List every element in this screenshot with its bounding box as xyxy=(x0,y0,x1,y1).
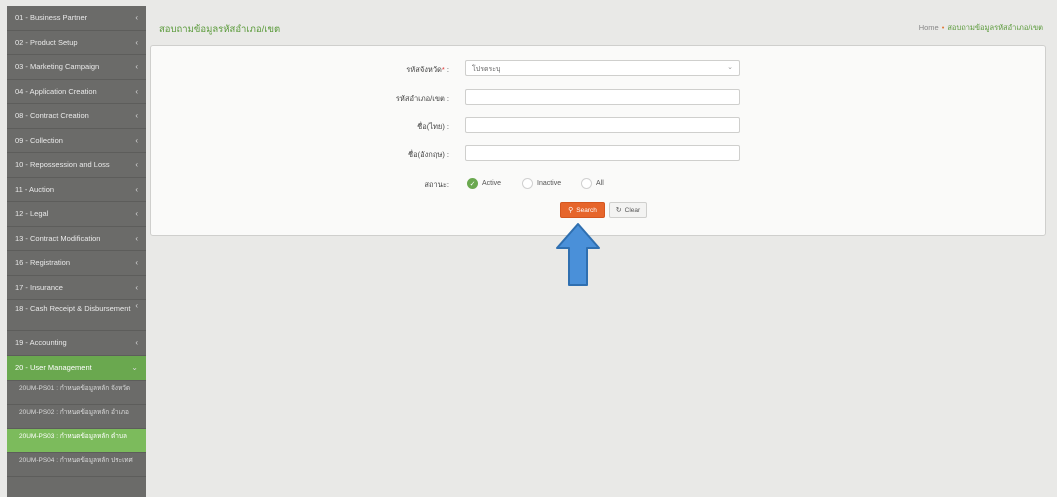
chevron-left-icon: ‹ xyxy=(135,160,138,169)
status-all-label: All xyxy=(596,179,604,187)
sidebar-item-label: 04 - Application Creation xyxy=(15,86,97,96)
sidebar-item-label: 19 - Accounting xyxy=(15,338,67,347)
status-label-text: สถานะ xyxy=(424,180,447,189)
breadcrumb-current: สอบถามข้อมูลรหัสอำเภอ/เขต xyxy=(947,23,1043,32)
name-th-input[interactable] xyxy=(465,117,740,133)
sidebar-subitem-label: 20UM-PS04 : กำหนดข้อมูลหลัก ประเทศ xyxy=(19,456,133,464)
chevron-left-icon: ‹ xyxy=(135,184,138,194)
page-title: สอบถามข้อมูลรหัสอำเภอ/เขต xyxy=(159,24,281,35)
chevron-left-icon: ‹ xyxy=(135,301,138,310)
sidebar-subitem-label: 20UM-PS03 : กำหนดข้อมูลหลัก ตำบล xyxy=(19,432,127,440)
radio-empty-icon xyxy=(581,177,592,189)
province-label-text: รหัสจังหวัด xyxy=(406,65,442,74)
sidebar-subitem-label: 20UM-PS01 : กำหนดข้อมูลหลัก จังหวัด xyxy=(19,384,131,392)
chevron-left-icon: ‹ xyxy=(135,37,138,47)
sidebar-item-label: 10 - Repossession and Loss xyxy=(15,160,110,169)
sidebar-item-label: 09 - Collection xyxy=(15,135,63,145)
chevron-left-icon: ‹ xyxy=(135,86,138,96)
search-icon: ⚲ xyxy=(568,207,574,214)
chevron-down-icon: ⌄ xyxy=(131,362,138,372)
sidebar-item-label: 03 - Marketing Campaign xyxy=(15,62,100,71)
chevron-left-icon: ‹ xyxy=(135,338,138,347)
sidebar: 01 - Business Partner ‹ 02 - Product Setu… xyxy=(7,6,146,497)
sidebar-item-label: 11 - Auction xyxy=(15,184,55,194)
sidebar-item-legal[interactable]: 12 - Legal ‹ xyxy=(7,202,146,227)
status-label: สถานะ: xyxy=(424,180,449,189)
sidebar-item-label: 01 - Business Partner xyxy=(15,13,88,22)
chevron-left-icon: ‹ xyxy=(135,209,138,218)
sidebar-item-repossession[interactable]: 10 - Repossession and Loss ‹ xyxy=(7,153,146,178)
status-row: สถานะ: ✓ Active Inactive All xyxy=(151,175,1045,191)
chevron-down-icon: ⌄ xyxy=(727,64,733,71)
sidebar-subitem-ps02[interactable]: 20UM-PS02 : กำหนดข้อมูลหลัก อำเภอ xyxy=(7,405,146,429)
name-en-input[interactable] xyxy=(465,145,740,161)
clear-button-label: Clear xyxy=(624,206,641,214)
sidebar-subitem-ps04[interactable]: 20UM-PS04 : กำหนดข้อมูลหลัก ประเทศ xyxy=(7,453,146,477)
check-icon: ✓ xyxy=(467,177,478,189)
chevron-left-icon: ‹ xyxy=(135,258,138,267)
chevron-left-icon: ‹ xyxy=(135,135,138,145)
status-radio-inactive[interactable]: Inactive xyxy=(522,175,561,191)
sidebar-subitem-ps03[interactable]: 20UM-PS03 : กำหนดข้อมูลหลัก ตำบล xyxy=(7,428,146,453)
sidebar-item-label: 02 - Product Setup xyxy=(15,37,78,47)
province-row: รหัสจังหวัด* : โปรดระบุ ⌄ xyxy=(151,60,1045,78)
status-active-label: Active xyxy=(482,179,502,187)
breadcrumb: Home • สอบถามข้อมูลรหัสอำเภอ/เขต xyxy=(919,22,1043,34)
sidebar-item-label: 18 - Cash Receipt & Disbursement xyxy=(15,304,131,313)
sidebar-item-registration[interactable]: 16 - Registration ‹ xyxy=(7,251,146,276)
search-button-label: Search xyxy=(576,206,597,214)
radio-empty-icon xyxy=(522,177,533,189)
chevron-left-icon: ‹ xyxy=(135,233,138,243)
chevron-left-icon: ‹ xyxy=(135,13,138,22)
sidebar-item-label: 16 - Registration xyxy=(15,258,71,267)
sidebar-item-collection[interactable]: 09 - Collection ‹ xyxy=(7,129,146,153)
name-en-label: ชื่อ(อังกฤษ) : xyxy=(408,150,449,159)
name-en-row: ชื่อ(อังกฤษ) : xyxy=(151,145,1045,163)
sidebar-item-business-partner[interactable]: 01 - Business Partner ‹ xyxy=(7,6,146,31)
province-label: รหัสจังหวัด* : xyxy=(406,65,449,74)
refresh-icon: ↻ xyxy=(615,207,622,214)
sidebar-item-product-setup[interactable]: 02 - Product Setup ‹ xyxy=(7,31,146,55)
arrow-up-icon xyxy=(556,223,600,286)
district-code-input[interactable] xyxy=(465,89,740,105)
breadcrumb-separator: • xyxy=(941,23,945,32)
sidebar-item-user-management[interactable]: 20 - User Management ⌄ xyxy=(7,355,146,381)
sidebar-subitem-label: 20UM-PS02 : กำหนดข้อมูลหลัก อำเภอ xyxy=(19,408,129,416)
chevron-left-icon: ‹ xyxy=(135,111,138,120)
sidebar-subitem-ps01[interactable]: 20UM-PS01 : กำหนดข้อมูลหลัก จังหวัด xyxy=(7,381,146,405)
sidebar-item-label: 08 - Contract Creation xyxy=(15,111,89,120)
sidebar-item-label: 20 - User Management xyxy=(15,362,92,372)
sidebar-item-label: 12 - Legal xyxy=(15,209,49,218)
sidebar-item-application-creation[interactable]: 04 - Application Creation ‹ xyxy=(7,80,146,104)
sidebar-item-insurance[interactable]: 17 - Insurance ‹ xyxy=(7,276,146,300)
sidebar-item-accounting[interactable]: 19 - Accounting ‹ xyxy=(7,331,146,356)
status-radio-active[interactable]: ✓ Active xyxy=(467,175,501,191)
sidebar-item-contract-creation[interactable]: 08 - Contract Creation ‹ xyxy=(7,104,146,129)
sidebar-item-label: 13 - Contract Modification xyxy=(15,233,101,243)
sidebar-item-auction[interactable]: 11 - Auction ‹ xyxy=(7,178,146,202)
status-inactive-label: Inactive xyxy=(537,179,562,187)
province-select-value: โปรดระบุ xyxy=(472,66,501,73)
sidebar-item-contract-modification[interactable]: 13 - Contract Modification ‹ xyxy=(7,227,146,251)
district-code-row: รหัสอำเภอ/เขต : xyxy=(151,89,1045,107)
province-select[interactable]: โปรดระบุ ⌄ xyxy=(465,60,740,76)
search-form-panel: รหัสจังหวัด* : โปรดระบุ ⌄ รหัสอำเภอ/เขต … xyxy=(150,45,1046,236)
district-code-label: รหัสอำเภอ/เขต : xyxy=(395,94,449,103)
breadcrumb-home[interactable]: Home xyxy=(919,23,939,32)
name-th-label: ชื่อ(ไทย) : xyxy=(417,122,449,131)
sidebar-item-label: 17 - Insurance xyxy=(15,282,63,292)
name-th-row: ชื่อ(ไทย) : xyxy=(151,117,1045,135)
search-button[interactable]: ⚲ Search xyxy=(560,202,605,218)
chevron-left-icon: ‹ xyxy=(135,282,138,292)
clear-button[interactable]: ↻ Clear xyxy=(609,202,647,218)
status-radio-all[interactable]: All xyxy=(581,175,604,191)
sidebar-item-marketing-campaign[interactable]: 03 - Marketing Campaign ‹ xyxy=(7,55,146,80)
required-mark: * xyxy=(441,65,445,74)
sidebar-item-cash-receipt[interactable]: 18 - Cash Receipt & Disbursement ‹ xyxy=(7,300,146,331)
chevron-left-icon: ‹ xyxy=(135,62,138,71)
